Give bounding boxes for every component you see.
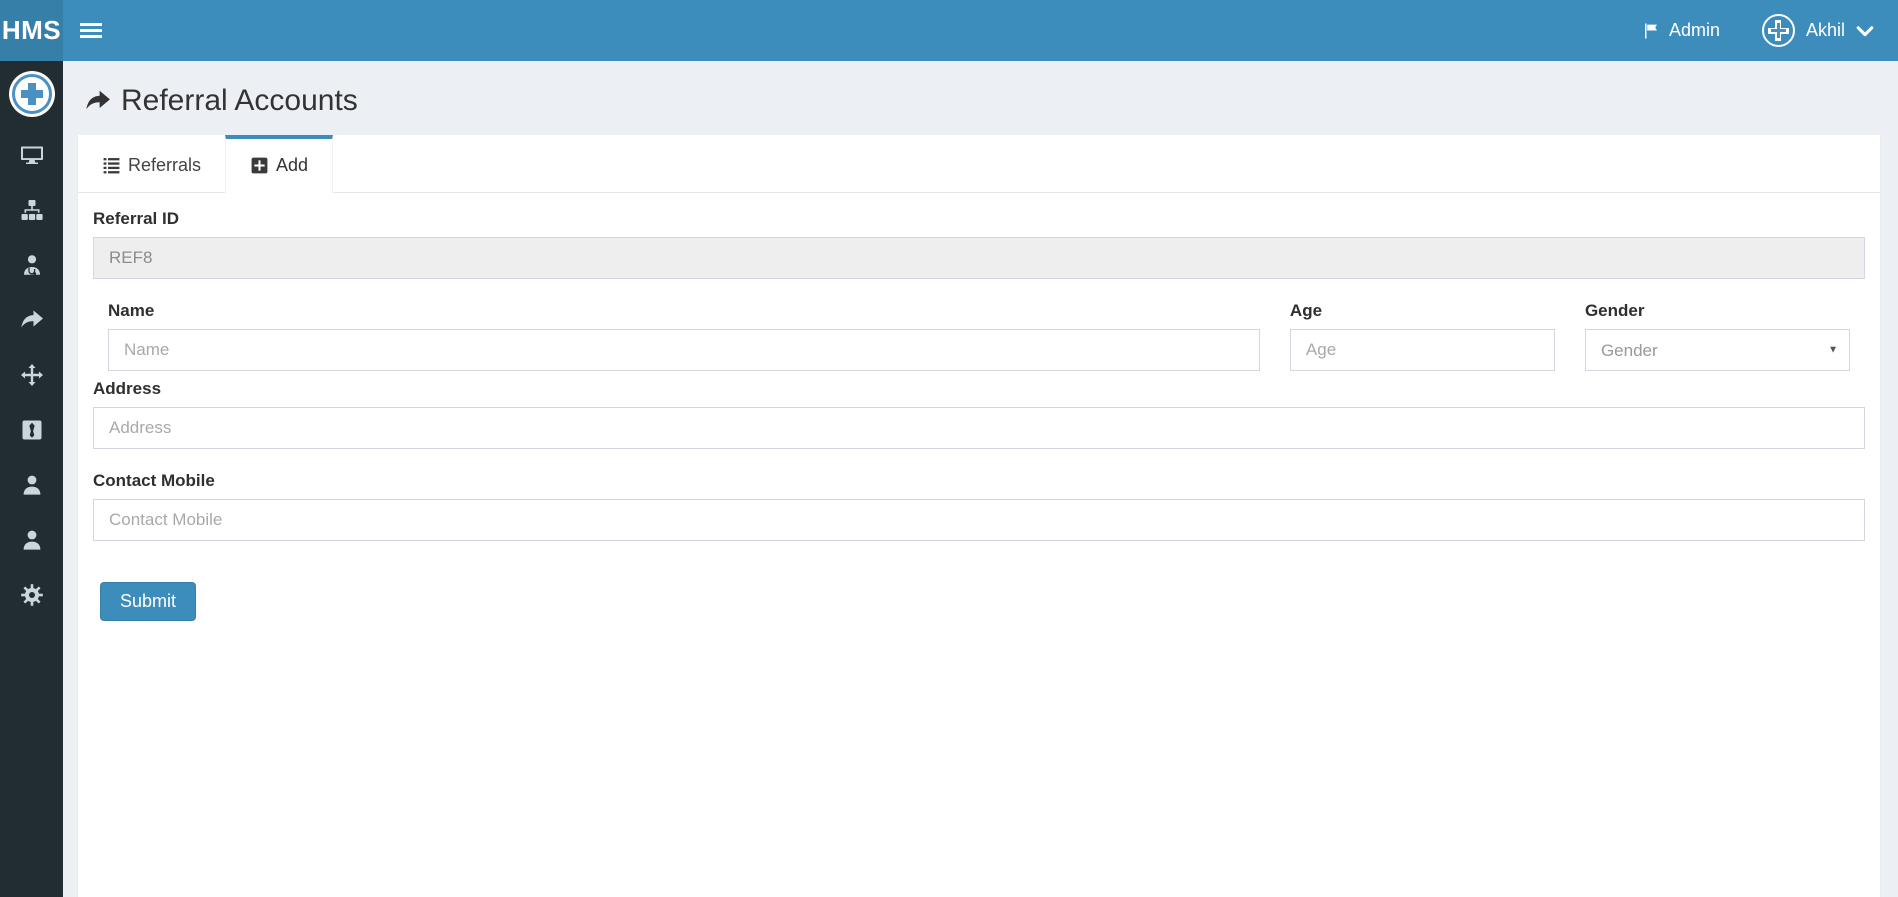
add-referral-form: Referral ID Name Age — [78, 193, 1880, 621]
sidebar-item-departments[interactable] — [0, 182, 63, 237]
sidebar-menu — [0, 127, 63, 622]
page-title: Referral Accounts — [121, 84, 358, 118]
admin-label: Admin — [1669, 20, 1720, 41]
user-icon — [20, 473, 44, 497]
chevron-down-icon — [1855, 21, 1875, 41]
sitemap-icon — [20, 198, 44, 222]
sidebar-item-doctors[interactable] — [0, 237, 63, 292]
share-icon — [20, 308, 44, 332]
sidebar — [0, 61, 63, 897]
tab-bar: Referrals Add — [78, 135, 1880, 193]
flag-icon — [1642, 22, 1660, 40]
age-field[interactable] — [1290, 329, 1555, 371]
address-field[interactable] — [93, 407, 1865, 449]
arrows-move-icon — [20, 363, 44, 387]
sidebar-item-dashboard[interactable] — [0, 127, 63, 182]
referral-id-field — [93, 237, 1865, 279]
tab-add[interactable]: Add — [225, 135, 333, 193]
top-navbar: HMS Admin Akhil — [0, 0, 1898, 61]
black-tie-icon — [20, 418, 44, 442]
page-header: Referral Accounts — [83, 84, 1880, 118]
contact-mobile-field[interactable] — [93, 499, 1865, 541]
user-alt-icon — [20, 528, 44, 552]
address-label: Address — [93, 379, 1865, 399]
user-menu[interactable]: Akhil — [1762, 14, 1875, 47]
contact-mobile-group: Contact Mobile — [93, 471, 1865, 541]
gender-label: Gender — [1585, 301, 1850, 321]
main-content: Referral Accounts Referrals — [63, 61, 1898, 897]
sidebar-item-referrals[interactable] — [0, 292, 63, 347]
admin-menu-item[interactable]: Admin — [1642, 20, 1720, 41]
navbar-right-menu: Admin Akhil — [1642, 0, 1898, 61]
user-name: Akhil — [1806, 20, 1845, 41]
tab-label: Add — [276, 155, 308, 176]
referral-panel: Referrals Add Referral ID Name — [78, 135, 1880, 897]
sidebar-item-operations[interactable] — [0, 347, 63, 402]
address-group: Address — [93, 379, 1865, 449]
gender-group: Gender Gender ▼ — [1585, 301, 1850, 371]
referral-id-label: Referral ID — [93, 209, 1865, 229]
age-group: Age — [1290, 301, 1555, 371]
referral-id-group: Referral ID — [93, 209, 1865, 279]
gender-select[interactable]: Gender — [1585, 329, 1850, 371]
doctor-icon — [20, 253, 44, 277]
name-field[interactable] — [108, 329, 1260, 371]
gear-icon — [20, 583, 44, 607]
sidebar-toggle-button[interactable] — [63, 0, 119, 61]
share-icon — [83, 88, 113, 114]
plus-square-icon — [250, 156, 269, 175]
name-label: Name — [108, 301, 1260, 321]
sidebar-item-staff[interactable] — [0, 402, 63, 457]
age-label: Age — [1290, 301, 1555, 321]
contact-mobile-label: Contact Mobile — [93, 471, 1865, 491]
tab-referrals[interactable]: Referrals — [78, 135, 225, 193]
sidebar-item-patients[interactable] — [0, 457, 63, 512]
hms-logo-icon — [9, 71, 55, 117]
hospital-avatar-icon — [1762, 14, 1795, 47]
submit-button[interactable]: Submit — [100, 582, 196, 621]
sidebar-item-home[interactable] — [0, 61, 63, 127]
desktop-icon — [20, 143, 44, 167]
tab-label: Referrals — [128, 155, 201, 176]
hamburger-icon — [79, 22, 103, 39]
name-group: Name — [108, 301, 1260, 371]
name-age-gender-row: Name Age Gender Gender — [93, 301, 1865, 371]
sidebar-item-settings[interactable] — [0, 567, 63, 622]
sidebar-item-users[interactable] — [0, 512, 63, 567]
list-icon — [102, 156, 121, 175]
brand-logo[interactable]: HMS — [0, 0, 63, 61]
